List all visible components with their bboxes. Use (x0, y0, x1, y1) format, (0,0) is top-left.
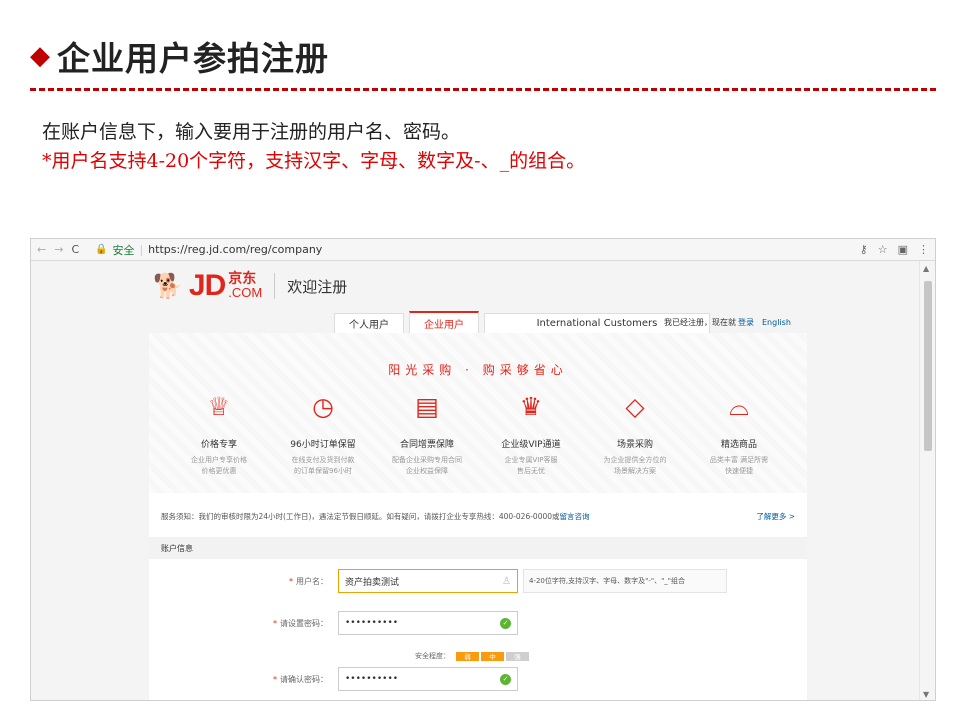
intro-text: 在账户信息下，输入要用于注册的用户名、密码。 *用户名支持4-20个字符，支持汉… (42, 118, 585, 176)
basket-icon: ⌓ (729, 392, 749, 421)
page-content: 🐕 JD 京东 .COM 欢迎注册 个人用户 企业用户 Internationa… (31, 261, 921, 700)
feature-name: 合同增票保障 (399, 440, 454, 450)
feature-desc: 配备企业采购专用合同 企业权益保障 (392, 456, 462, 475)
account-info-header: 账户信息 (149, 537, 807, 559)
check-icon: ✓ (500, 673, 511, 685)
login-hint-text: 我已经注册，现在就 (664, 318, 736, 327)
feature-desc: 企业用户专享价格 价格更优惠 (191, 456, 247, 475)
confirm-password-value: •••••••••• (345, 674, 399, 684)
address-bar[interactable]: 🔒 安全 | https://reg.jd.com/reg/company (95, 242, 860, 258)
feature-name: 价格专享 (200, 440, 237, 450)
forward-icon[interactable]: → (54, 243, 63, 256)
confirm-password-label: * 请确认密码： (273, 674, 328, 684)
menu-icon[interactable]: ⋮ (918, 243, 929, 256)
feature-item: ⌓ 精选商品 品类丰富 满足所需 快速便捷 (689, 389, 789, 477)
intro-line-2: *用户名支持4-20个字符，支持汉字、字母、数字及-、_的组合。 (42, 150, 586, 172)
notice-text: 服务须知：我们的审核时限为24小时(工作日)，遇法定节假日顺延。如有疑问，请拨打… (161, 511, 590, 521)
service-notice: 服务须知：我们的审核时限为24小时(工作日)，遇法定节假日顺延。如有疑问，请拨打… (149, 505, 807, 527)
username-hint: 4-20位字符,支持汉字、字母、数字及"-"、"_"组合 (523, 569, 727, 593)
jd-dog-icon: 🐕 (153, 272, 183, 300)
logo-en: .COM (228, 285, 263, 300)
username-label: * 用户名： (289, 576, 328, 586)
crown-icon: ♛ (519, 392, 543, 421)
feature-list: ♕ 价格专享 企业用户专享价格 价格更优惠 ◷ 96小时订单保留 在线支付及货到付… (169, 389, 789, 477)
english-link[interactable]: English (762, 318, 791, 327)
login-link[interactable]: 登录 (738, 318, 754, 327)
diamond-icon: ◇ (625, 392, 645, 421)
message-consult-link[interactable]: 留言咨询 (560, 512, 590, 521)
slide-title: ◆ 企业用户参拍注册 (30, 32, 329, 80)
jd-logo[interactable]: 🐕 JD 京东 .COM 欢迎注册 (153, 269, 347, 303)
feature-item: ▤ 合同增票保障 配备企业采购专用合同 企业权益保障 (377, 389, 477, 477)
url-text[interactable]: https://reg.jd.com/reg/company (148, 243, 322, 256)
check-icon: ✓ (500, 617, 511, 629)
feature-name: 精选商品 (720, 440, 757, 450)
scroll-thumb[interactable] (924, 281, 932, 451)
feature-desc: 品类丰富 满足所需 快速便捷 (709, 456, 769, 475)
back-icon[interactable]: ← (37, 243, 46, 256)
password-label: * 请设置密码： (273, 618, 328, 628)
feature-name: 96小时订单保留 (290, 440, 356, 450)
confirm-password-input[interactable]: •••••••••• ✓ (338, 667, 518, 691)
key-icon[interactable]: ⚷ (860, 243, 868, 256)
strength-strong: 强 (506, 651, 529, 661)
login-hint: 我已经注册，现在就 登录 English (664, 317, 791, 328)
registration-card: 阳光采购 · 购采够省心 ♕ 价格专享 企业用户专享价格 价格更优惠 ◷ 96小时… (149, 333, 807, 700)
strength-mid: 中 (481, 651, 504, 661)
slide-title-text: 企业用户参拍注册 (57, 39, 329, 78)
page-scrollbar[interactable]: ▲ ▼ (919, 261, 935, 700)
dashed-divider (30, 88, 936, 91)
secure-label: 安全 (112, 243, 135, 257)
diamond-bullet-icon: ◆ (30, 41, 51, 71)
feature-item: ♛ 企业级VIP通道 企业专属VIP客服 售后无忧 (481, 389, 581, 477)
logo-jd-text: JD (188, 269, 226, 302)
clock-icon: ◷ (312, 392, 334, 421)
password-strength: 安全程度： 弱 中 强 (415, 651, 529, 661)
browser-toolbar: ← → C 🔒 安全 | https://reg.jd.com/reg/comp… (31, 239, 935, 261)
welcome-title: 欢迎注册 (287, 277, 348, 296)
document-icon: ▤ (415, 392, 439, 421)
browser-window: ← → C 🔒 安全 | https://reg.jd.com/reg/comp… (30, 238, 936, 701)
password-input[interactable]: •••••••••• ✓ (338, 611, 518, 635)
feature-name: 企业级VIP通道 (501, 440, 561, 450)
address-separator: | (139, 243, 144, 256)
learn-more-link[interactable]: 了解更多 > (756, 511, 795, 522)
slide: ◆ 企业用户参拍注册 在账户信息下，输入要用于注册的用户名、密码。 *用户名支持… (0, 0, 964, 726)
user-type-tabs: 个人用户 企业用户 International Customers (334, 311, 715, 333)
trophy-icon: ♕ (207, 392, 231, 421)
user-icon: ♙ (502, 575, 511, 587)
feature-name: 场景采购 (616, 440, 653, 450)
lock-icon: 🔒 (95, 244, 108, 255)
username-row: * 用户名： 资产拍卖测试 ♙ 4-20位字符,支持汉字、字母、数字及"-"、"_… (149, 569, 807, 593)
feature-banner: 阳光采购 · 购采够省心 ♕ 价格专享 企业用户专享价格 价格更优惠 ◷ 96小时… (149, 333, 807, 493)
scroll-down-icon[interactable]: ▼ (923, 690, 929, 699)
username-input[interactable]: 资产拍卖测试 ♙ (338, 569, 518, 593)
reload-icon[interactable]: C (71, 243, 79, 256)
scroll-up-icon[interactable]: ▲ (923, 264, 929, 273)
feature-item: ♕ 价格专享 企业用户专享价格 价格更优惠 (169, 389, 269, 477)
feature-item: ◷ 96小时订单保留 在线支付及货到付款 的订单保留96小时 (273, 389, 373, 477)
toolbar-actions: ⚷ ☆ ▣ ⋮ (860, 243, 929, 256)
password-value: •••••••••• (345, 618, 399, 628)
logo-divider (274, 273, 276, 299)
password-row: * 请设置密码： •••••••••• ✓ (149, 611, 807, 635)
confirm-password-row: * 请确认密码： •••••••••• ✓ (149, 667, 807, 691)
intro-line-1: 在账户信息下，输入要用于注册的用户名、密码。 (42, 121, 461, 143)
logo-sub: 京东 .COM (228, 272, 263, 300)
feature-desc: 在线支付及货到付款 的订单保留96小时 (291, 456, 355, 475)
banner-slogan: 阳光采购 · 购采够省心 (388, 363, 568, 377)
tab-enterprise[interactable]: 企业用户 (409, 311, 479, 333)
tab-personal[interactable]: 个人用户 (334, 313, 404, 333)
star-icon[interactable]: ☆ (878, 243, 888, 256)
strength-label: 安全程度： (415, 652, 450, 660)
strength-weak: 弱 (456, 651, 479, 661)
feature-item: ◇ 场景采购 为企业提供全方位的 场景解决方案 (585, 389, 685, 477)
feature-desc: 企业专属VIP客服 售后无忧 (504, 456, 558, 475)
feature-desc: 为企业提供全方位的 场景解决方案 (603, 456, 667, 475)
extension-icon[interactable]: ▣ (898, 243, 908, 256)
username-value: 资产拍卖测试 (345, 577, 400, 588)
browser-nav: ← → C (37, 243, 95, 256)
